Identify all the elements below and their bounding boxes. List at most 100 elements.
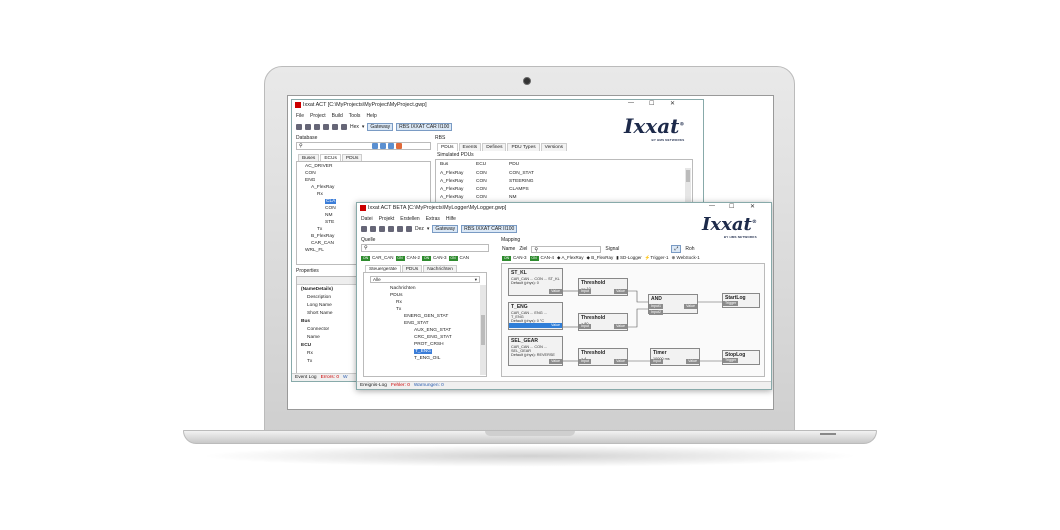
maximize-button[interactable]: ☐: [729, 203, 734, 210]
menu-projekt[interactable]: Projekt: [379, 216, 395, 222]
tree-item[interactable]: Tx: [396, 307, 401, 312]
hex-select[interactable]: Hex: [350, 124, 359, 130]
menu-build[interactable]: Build: [332, 113, 343, 119]
maximize-button[interactable]: ☐: [649, 100, 654, 107]
database-search-input[interactable]: ⚲: [296, 142, 431, 150]
user-icon[interactable]: [323, 124, 329, 130]
menu-erstellen[interactable]: Erstellen: [400, 216, 419, 222]
menu-extras[interactable]: Extras: [426, 216, 440, 222]
tab-b-flexray[interactable]: ◆ B_FlexRay: [587, 255, 614, 261]
input-port[interactable]: Trigger: [723, 301, 739, 306]
output-port[interactable]: Value: [549, 359, 562, 364]
build-icon[interactable]: [406, 226, 412, 232]
tab-can-3[interactable]: ON CAN-3: [502, 255, 527, 261]
input-port[interactable]: Input: [651, 359, 663, 364]
tab-can-4[interactable]: ON CAN-4: [529, 255, 554, 261]
tab-car-can[interactable]: ON CAR_CAN: [361, 255, 394, 261]
prop-row[interactable]: Description: [307, 295, 331, 300]
prop-row[interactable]: Long Name: [307, 303, 332, 308]
tree-item[interactable]: AC_DRIVER: [305, 164, 332, 169]
input-port[interactable]: Input: [579, 359, 591, 364]
tree-item[interactable]: ENG: [305, 178, 315, 183]
prop-row[interactable]: Tx: [307, 359, 312, 364]
name-column[interactable]: Name: [502, 246, 515, 252]
menu-file[interactable]: File: [296, 113, 304, 119]
tab-sd-logger[interactable]: ▮ SD-Logger: [616, 255, 642, 261]
close-button[interactable]: ✕: [670, 100, 675, 107]
tree-item[interactable]: NM: [325, 213, 332, 218]
output-port[interactable]: Value: [509, 323, 562, 328]
menu-project[interactable]: Project: [310, 113, 326, 119]
output-port[interactable]: Value: [686, 359, 699, 364]
tree-item[interactable]: CON: [305, 171, 316, 176]
output-port[interactable]: Value: [684, 304, 697, 309]
signal-node-sel-gear[interactable]: SEL_GEAR CAR_CAN ... CON ... SEL_GEAR De…: [508, 336, 563, 366]
prop-row[interactable]: Name: [307, 335, 320, 340]
threshold-node-3[interactable]: Threshold > 4 Input Value: [578, 348, 628, 366]
edit-icon[interactable]: [388, 143, 394, 149]
table-scrollbar[interactable]: [685, 168, 691, 203]
chevron-down-icon[interactable]: ▾: [427, 226, 430, 232]
tab-can[interactable]: ON CAN: [448, 255, 469, 261]
menu-tools[interactable]: Tools: [349, 113, 361, 119]
chevron-down-icon[interactable]: ▾: [362, 124, 365, 130]
fit-view-icon[interactable]: ⤢: [671, 245, 682, 253]
output-port[interactable]: Value: [549, 289, 562, 294]
user-icon[interactable]: [388, 226, 394, 232]
roh-toggle[interactable]: Roh: [685, 246, 694, 252]
prop-row[interactable]: (NameDetails): [301, 287, 333, 292]
link-icon[interactable]: [380, 143, 386, 149]
signal-node-t-eng[interactable]: T_ENG CAR_CAN ... ENG ... T_ENG Default …: [508, 302, 563, 330]
tab-can-3[interactable]: ON CAN-3: [422, 255, 447, 261]
col-bus[interactable]: Bus: [440, 162, 448, 167]
quelle-search-input[interactable]: ⚲: [361, 244, 489, 252]
tree-item-selected[interactable]: T_ENG: [414, 349, 432, 354]
remove-icon[interactable]: [396, 143, 402, 149]
ereignis-log-tab[interactable]: Ereignis-Log: [360, 383, 387, 388]
tree-item[interactable]: STE: [325, 220, 334, 225]
prop-row[interactable]: Connector: [307, 327, 329, 332]
tree-item[interactable]: WRL_FL: [305, 248, 324, 253]
tree-item[interactable]: ENG_STAT: [404, 321, 429, 326]
prop-row[interactable]: ECU: [301, 343, 311, 348]
input-port[interactable]: Input: [579, 289, 591, 294]
mapping-search-input[interactable]: ⚲: [531, 245, 602, 253]
tree-item[interactable]: CON: [325, 206, 336, 211]
tree-item[interactable]: Rx: [396, 300, 402, 305]
rbs-button[interactable]: RBS IXXAT CAR II100: [396, 123, 453, 131]
dez-select[interactable]: Dez: [415, 226, 424, 232]
menu-help[interactable]: Help: [366, 113, 376, 119]
tab-versions[interactable]: Versions: [540, 143, 568, 151]
output-port[interactable]: Value: [614, 289, 627, 294]
tree-item[interactable]: ENERG_GEN_STAT: [404, 314, 448, 319]
signal-toggle[interactable]: Signal: [605, 246, 619, 252]
output-port[interactable]: Value: [614, 324, 627, 329]
add-icon[interactable]: [372, 143, 378, 149]
startlog-node[interactable]: StartLog Trigger: [722, 293, 760, 308]
minimize-button[interactable]: —: [709, 203, 715, 209]
export-icon[interactable]: [397, 226, 403, 232]
prop-row[interactable]: Short Name: [307, 311, 333, 316]
threshold-node-1[interactable]: Threshold == 10 Input Value: [578, 278, 628, 296]
tree-item[interactable]: T_ENG_OIL: [414, 356, 440, 361]
build-icon[interactable]: [341, 124, 347, 130]
tree-item[interactable]: A_FlexRay: [311, 185, 334, 190]
close-button[interactable]: ✕: [750, 203, 755, 210]
ziel-column[interactable]: Ziel: [519, 246, 527, 252]
tree-item[interactable]: CAR_CAN: [311, 241, 334, 246]
tree-item[interactable]: Nachrichten: [390, 286, 416, 291]
tree-item[interactable]: Rx: [317, 192, 323, 197]
tree-item[interactable]: Tx: [317, 227, 322, 232]
save-icon[interactable]: [314, 124, 320, 130]
tab-can-2[interactable]: ON CAN-2: [395, 255, 420, 261]
input-port[interactable]: Input: [579, 324, 591, 329]
gateway-button[interactable]: Gateway: [432, 225, 459, 233]
tab-a-flexray[interactable]: ◆ A_FlexRay: [557, 255, 584, 261]
menu-datei[interactable]: Datei: [361, 216, 373, 222]
open-icon[interactable]: [305, 124, 311, 130]
rbs-button[interactable]: RBS IXXAT CAR II100: [461, 225, 518, 233]
col-ecu[interactable]: ECU: [476, 162, 486, 167]
new-icon[interactable]: [296, 124, 302, 130]
tab-pdu-types[interactable]: PDU Types: [507, 143, 540, 151]
input-port[interactable]: Input2: [649, 310, 663, 315]
